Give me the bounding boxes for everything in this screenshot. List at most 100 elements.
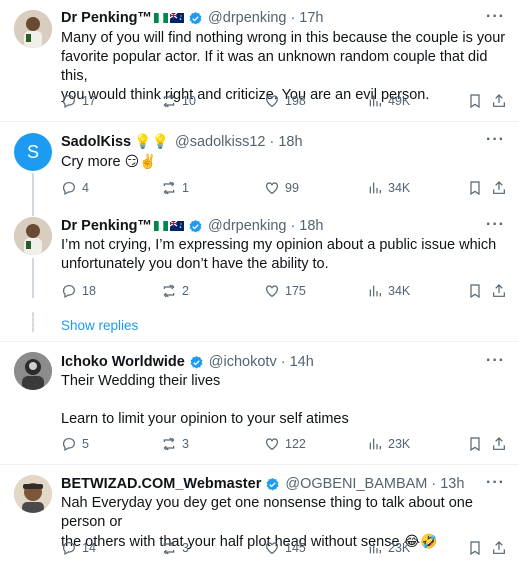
reply-button[interactable]: 17	[61, 93, 96, 109]
like-count: 198	[285, 94, 306, 108]
like-button[interactable]: 198	[264, 93, 306, 109]
timestamp[interactable]: 17h	[299, 10, 323, 26]
reply-button[interactable]: 4	[61, 180, 89, 196]
views-button[interactable]: 23K	[367, 436, 410, 452]
reply-button[interactable]: 18	[61, 283, 96, 299]
divider	[0, 341, 519, 342]
share-icon	[493, 437, 505, 450]
tweet-header: Dr Penking™ @drpenking · 18h	[61, 218, 324, 234]
like-button[interactable]: 122	[264, 436, 306, 452]
avatar[interactable]	[14, 352, 52, 390]
retweet-icon	[163, 437, 175, 451]
timestamp[interactable]: 13h	[440, 476, 464, 492]
like-icon	[266, 438, 278, 451]
retweet-icon	[163, 541, 175, 555]
views-icon	[369, 542, 381, 554]
reply-button[interactable]: 14	[61, 540, 96, 556]
share-button[interactable]	[491, 93, 507, 109]
share-button[interactable]	[491, 180, 507, 196]
bookmark-button[interactable]	[467, 540, 483, 556]
views-count: 34K	[388, 181, 411, 195]
more-icon[interactable]: ···	[486, 474, 505, 492]
share-button[interactable]	[491, 540, 507, 556]
separator: ·	[431, 476, 437, 492]
timestamp[interactable]: 18h	[278, 134, 302, 150]
more-icon[interactable]: ···	[486, 216, 505, 234]
like-button[interactable]: 99	[264, 180, 299, 196]
views-count: 34K	[388, 284, 411, 298]
nigeria-flag-icon	[154, 13, 169, 23]
author-name[interactable]: SadolKiss	[61, 134, 131, 150]
author-name[interactable]: Dr Penking™	[61, 10, 152, 26]
divider	[0, 121, 519, 122]
avatar[interactable]	[14, 10, 52, 48]
reply-count: 14	[82, 541, 96, 555]
divider	[0, 464, 519, 465]
author-handle[interactable]: @sadolkiss12	[175, 134, 265, 150]
author-handle[interactable]: @drpenking	[208, 218, 286, 234]
share-button[interactable]	[491, 436, 507, 452]
more-icon[interactable]: ···	[486, 8, 505, 26]
retweet-button[interactable]: 3	[161, 540, 189, 556]
tweet-header: Ichoko Worldwide @ichokotv · 14h	[61, 354, 314, 370]
text-line: Nah Everyday you dey get one nonsense th…	[61, 495, 473, 530]
verified-badge-icon	[189, 11, 202, 24]
verified-badge-icon	[189, 219, 202, 232]
avatar-letter: S	[26, 141, 39, 162]
timestamp[interactable]: 18h	[299, 218, 323, 234]
share-icon	[493, 94, 505, 107]
author-handle[interactable]: @ichokotv	[209, 354, 277, 370]
author-name[interactable]: Dr Penking™	[61, 218, 152, 234]
verified-badge-icon	[266, 477, 279, 490]
tweet-text: Cry more 😏✌️	[61, 152, 506, 172]
like-button[interactable]: 175	[264, 283, 306, 299]
avatar[interactable]	[14, 217, 52, 255]
reply-button[interactable]: 5	[61, 436, 89, 452]
reply-count: 18	[82, 284, 96, 298]
bookmark-button[interactable]	[467, 93, 483, 109]
retweet-button[interactable]: 3	[161, 436, 189, 452]
views-button[interactable]: 34K	[367, 180, 410, 196]
thread-line	[32, 258, 34, 298]
views-button[interactable]: 49K	[367, 93, 410, 109]
timestamp[interactable]: 14h	[290, 354, 314, 370]
text-line: Cry more	[61, 154, 121, 170]
more-icon[interactable]: ···	[486, 131, 505, 149]
views-button[interactable]: 23K	[367, 540, 410, 556]
retweet-button[interactable]: 10	[161, 93, 196, 109]
thread-dots	[32, 312, 34, 332]
bookmark-icon	[470, 181, 480, 196]
action-bar: 5 3 122 23K	[61, 436, 506, 456]
bookmark-button[interactable]	[467, 436, 483, 452]
author-name[interactable]: Ichoko Worldwide	[61, 354, 185, 370]
author-handle[interactable]: @OGBENI_BAMBAM	[285, 476, 427, 492]
reply-icon	[63, 182, 75, 196]
share-icon	[493, 181, 505, 194]
more-icon[interactable]: ···	[486, 352, 505, 370]
share-button[interactable]	[491, 283, 507, 299]
views-count: 23K	[388, 541, 411, 555]
author-name[interactable]: BETWIZAD.COM_Webmaster	[61, 476, 261, 492]
views-count: 49K	[388, 94, 411, 108]
avatar[interactable]: S	[14, 133, 52, 171]
bookmark-button[interactable]	[467, 180, 483, 196]
separator: ·	[280, 354, 286, 370]
reply-icon	[63, 285, 75, 299]
like-count: 99	[285, 181, 299, 195]
action-bar: 18 2 175 34K	[61, 283, 506, 303]
bookmark-icon	[470, 541, 480, 556]
text-line: unfortunately you don’t have the ability…	[61, 256, 329, 272]
reply-count: 5	[82, 437, 89, 451]
action-bar: 4 1 99 34K	[61, 180, 506, 200]
views-button[interactable]: 34K	[367, 283, 410, 299]
retweet-button[interactable]: 1	[161, 180, 189, 196]
retweet-button[interactable]: 2	[161, 283, 189, 299]
like-button[interactable]: 145	[264, 540, 306, 556]
bookmark-icon	[470, 94, 480, 109]
action-bar: 14 3 145 23K	[61, 540, 506, 560]
show-replies-link[interactable]: Show replies	[61, 318, 138, 333]
bookmark-button[interactable]	[467, 283, 483, 299]
avatar[interactable]	[14, 475, 52, 513]
author-handle[interactable]: @drpenking	[208, 10, 286, 26]
australia-flag-icon	[170, 13, 185, 23]
